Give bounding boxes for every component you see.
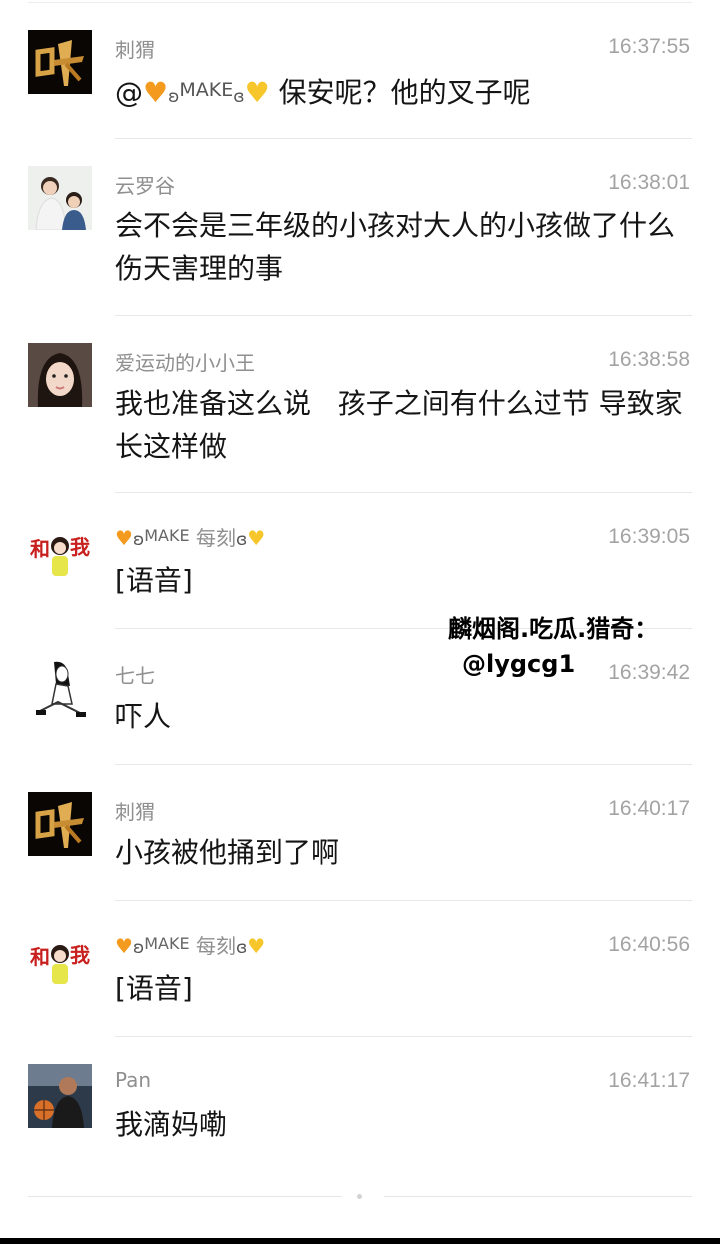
- orange-heart-icon: ♥: [115, 934, 133, 958]
- bottom-dot: [357, 1194, 362, 1199]
- yellow-heart-icon: ♥: [244, 76, 270, 109]
- avatar[interactable]: 和 我: [28, 928, 92, 992]
- cartoon-girl-avatar-icon: 和 我: [28, 928, 92, 992]
- timestamp: 16:39:05: [608, 525, 690, 548]
- yellow-heart-icon: ♥: [247, 934, 266, 958]
- sender-name: ♥ʚMAKE 每刻ɞ♥: [115, 930, 265, 959]
- sender-name: 爱运动的小小王: [115, 351, 255, 375]
- yellow-heart-icon: ♥: [247, 526, 266, 550]
- ribbon-icon: ʚ: [132, 938, 145, 958]
- avatar[interactable]: [28, 30, 92, 94]
- message-divider: [115, 492, 692, 493]
- avatar[interactable]: 和 我: [28, 520, 92, 584]
- bottom-bar: [0, 1238, 720, 1244]
- ribbon-icon: ɞ: [233, 87, 245, 107]
- message-divider: [115, 764, 692, 765]
- mention-prefix: @: [115, 76, 143, 109]
- sender-name: ♥ʚMAKE 每刻ɞ♥: [115, 522, 265, 551]
- sender-rest: 每刻: [195, 526, 236, 550]
- sender-make: MAKE: [144, 526, 190, 545]
- timestamp: 16:39:42: [608, 661, 690, 684]
- sender-name: 云罗谷: [115, 174, 175, 198]
- avatar[interactable]: [28, 656, 92, 720]
- calligraphy-ye-avatar-icon: [28, 792, 92, 856]
- message-text: @♥ʚMAKEɞ♥ 保安呢？他的叉子呢: [115, 69, 690, 119]
- ribbon-icon: ɞ: [235, 530, 248, 550]
- ribbon-icon: ʚ: [168, 87, 180, 107]
- sender-name: 刺猬: [115, 38, 155, 62]
- girl-portrait-avatar-icon: [28, 343, 92, 407]
- mother-child-photo-avatar-icon: [28, 166, 92, 230]
- message-text: 我滴妈嘞: [115, 1108, 228, 1141]
- ribbon-icon: ɞ: [235, 938, 248, 958]
- top-divider: [28, 2, 692, 3]
- voice-message[interactable]: [语音]: [115, 967, 690, 1010]
- mention-name: MAKE: [179, 79, 234, 101]
- sender-name: 刺猬: [115, 800, 155, 824]
- voice-message[interactable]: [语音]: [115, 559, 690, 602]
- message-text: 会不会是三年级的小孩对大人的小孩做了什么伤天害理的事: [115, 209, 676, 285]
- avatar[interactable]: [28, 1064, 92, 1128]
- watermark-handle: @lygcg1: [462, 650, 576, 678]
- orange-heart-icon: ♥: [115, 526, 133, 550]
- calligraphy-ye-avatar-icon: [28, 30, 92, 94]
- svg-text:和: 和: [30, 945, 50, 969]
- bottom-divider: [28, 1196, 342, 1197]
- avatar[interactable]: [28, 792, 92, 856]
- svg-text:我: 我: [70, 943, 90, 967]
- timestamp: 16:40:17: [608, 797, 690, 820]
- message-divider: [115, 315, 692, 316]
- watermark-text: 麟烟阁.吃瓜.猎奇：: [448, 615, 659, 643]
- svg-text:我: 我: [70, 535, 90, 559]
- timestamp: 16:38:01: [608, 171, 690, 194]
- timestamp: 16:38:58: [608, 348, 690, 371]
- sender-name: 七七: [115, 664, 155, 688]
- basketball-man-avatar-icon: [28, 1064, 92, 1128]
- sender-name: Pan: [115, 1068, 152, 1092]
- sketch-girl-avatar-icon: [28, 656, 92, 720]
- message-divider: [115, 138, 692, 139]
- message-text: 小孩被他捅到了啊: [115, 836, 340, 869]
- ribbon-icon: ʚ: [132, 530, 145, 550]
- avatar[interactable]: [28, 166, 92, 230]
- sender-make: MAKE: [144, 934, 190, 953]
- message-body: 保安呢？他的叉子呢: [278, 76, 531, 109]
- message-divider: [115, 900, 692, 901]
- avatar[interactable]: [28, 343, 92, 407]
- timestamp: 16:40:56: [608, 933, 690, 956]
- message-text: 我也准备这么说 孩子之间有什么过节 导致家长这样做: [115, 387, 683, 463]
- message-text: 吓人: [115, 700, 172, 733]
- cartoon-girl-avatar-icon: 和 我: [28, 520, 92, 584]
- orange-heart-icon: ♥: [143, 76, 169, 109]
- sender-rest: 每刻: [195, 934, 236, 958]
- timestamp: 16:37:55: [608, 35, 690, 58]
- svg-text:和: 和: [30, 537, 50, 561]
- message-divider: [115, 1036, 692, 1037]
- bottom-divider: [384, 1196, 692, 1197]
- timestamp: 16:41:17: [608, 1069, 690, 1092]
